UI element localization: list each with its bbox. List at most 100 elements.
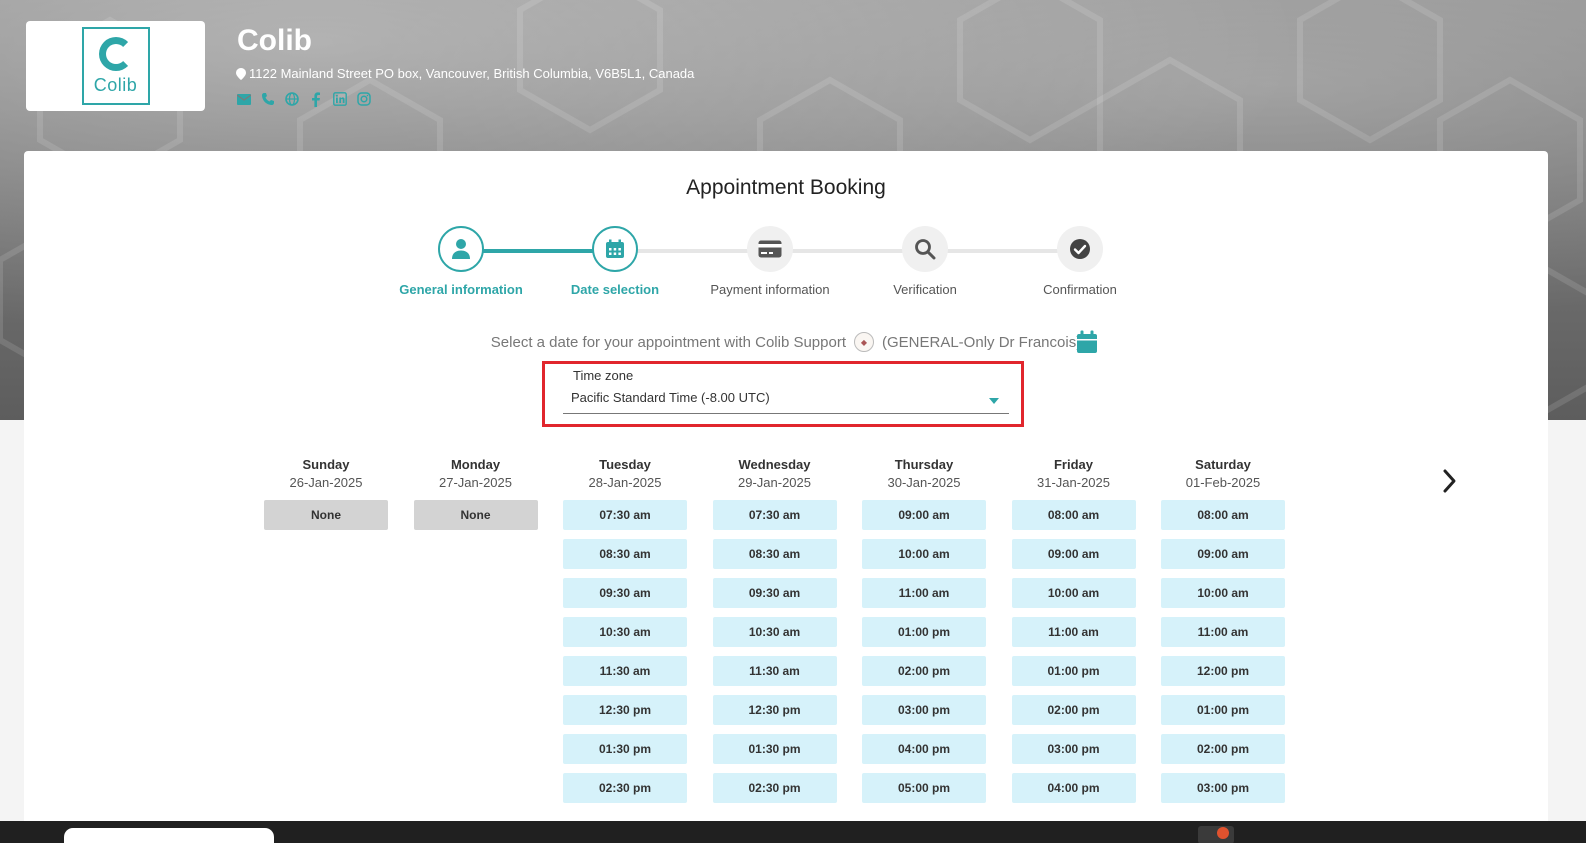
day-date: 28-Jan-2025 [588,475,662,490]
step-date-selection[interactable]: Date selection [550,226,680,297]
search-icon [915,239,936,260]
time-slot-button[interactable]: 01:00 pm [862,617,986,647]
service-name: (GENERAL-Only Dr Francois) [882,333,1082,351]
day-column: Friday 31-Jan-2025 08:00 am 09:00 am 10:00 a… [1011,457,1136,812]
day-date: 29-Jan-2025 [738,475,811,490]
logo-mark-icon [98,36,133,71]
credit-card-icon [758,240,782,258]
time-slot-button[interactable]: 01:00 pm [1011,656,1136,686]
time-slot-button[interactable]: 12:00 pm [1161,656,1285,686]
time-slot-button[interactable]: 05:00 pm [862,773,986,803]
time-slot-button[interactable]: 09:00 am [862,500,986,530]
location-pin-icon [236,67,246,80]
day-column: Saturday 01-Feb-2025 08:00 am 09:00 am 10:00… [1161,457,1285,812]
company-logo-box[interactable]: Colib [26,21,205,111]
time-slot-list: None [264,500,388,530]
time-slot-button[interactable]: 09:00 am [1161,539,1285,569]
check-circle-icon [1070,239,1090,259]
time-slot-button[interactable]: 08:30 am [563,539,687,569]
time-slot-button[interactable]: 08:00 am [1011,500,1136,530]
appointment-prompt: Select a date for your appointment with … [24,332,1548,352]
time-slot-list: None [413,500,538,530]
provider-avatar: ◆ [854,332,874,352]
phone-icon[interactable] [260,91,276,107]
timezone-highlight: Time zone Pacific Standard Time (-8.00 U… [542,361,1024,427]
day-date: 31-Jan-2025 [1037,475,1110,490]
facebook-icon[interactable] [308,91,324,107]
time-slot-button[interactable]: 12:30 pm [712,695,837,725]
instagram-icon[interactable] [356,91,372,107]
time-slot-button[interactable]: 02:30 pm [563,773,687,803]
day-name: Thursday [894,457,954,472]
day-date: 30-Jan-2025 [887,475,961,490]
step-label: Confirmation [1043,282,1117,297]
day-column: Tuesday 28-Jan-2025 07:30 am 08:30 am 09:30 … [563,457,687,812]
time-slot-button[interactable]: 03:00 pm [1011,734,1136,764]
taskbar [0,821,1586,843]
time-slot-button[interactable]: 03:00 pm [862,695,986,725]
time-slot-button[interactable]: 03:00 pm [1161,773,1285,803]
calendar-picker-button[interactable] [1076,330,1098,359]
time-slot-button[interactable]: 02:00 pm [1161,734,1285,764]
time-slot-button[interactable]: 10:00 am [1011,578,1136,608]
calendar-icon [1077,330,1097,353]
day-column: Monday 27-Jan-2025 None [413,457,538,539]
step-general-information[interactable]: General information [396,226,526,297]
step-label: Verification [893,282,957,297]
social-links [236,91,372,107]
chevron-down-icon [989,398,999,404]
time-slot-button[interactable]: 02:00 pm [862,656,986,686]
next-week-button[interactable] [1442,468,1458,499]
step-circle [438,226,484,272]
step-circle [902,226,948,272]
company-logo: Colib [81,27,150,105]
time-slot-list: 07:30 am 08:30 am 09:30 am 10:30 am 11:30 am… [563,500,687,803]
email-icon[interactable] [236,91,252,107]
booking-card: Appointment Booking General information … [24,151,1548,843]
time-slot-button[interactable]: 11:30 am [563,656,687,686]
step-label: Payment information [710,282,830,297]
time-slot-list: 08:00 am 09:00 am 10:00 am 11:00 am 12:00 pm… [1161,500,1285,803]
address-text: 1122 Mainland Street PO box, Vancouver, … [249,66,695,81]
time-slot-button[interactable]: 04:00 pm [862,734,986,764]
day-name: Wednesday [738,457,811,472]
time-slot-button[interactable]: 10:30 am [563,617,687,647]
day-date: 26-Jan-2025 [289,475,363,490]
time-slot-button[interactable]: 10:30 am [712,617,837,647]
timezone-select[interactable]: Pacific Standard Time (-8.00 UTC) [563,386,1009,414]
time-slot-button[interactable]: 07:30 am [563,500,687,530]
time-slot-button[interactable]: 02:00 pm [1011,695,1136,725]
time-slot-button[interactable]: 11:00 am [862,578,986,608]
time-slot-button[interactable]: 08:30 am [712,539,837,569]
time-slot-button[interactable]: 09:30 am [712,578,837,608]
time-slot-button[interactable]: 04:00 pm [1011,773,1136,803]
globe-icon[interactable] [284,91,300,107]
taskbar-search[interactable] [64,828,274,843]
time-slot-button[interactable]: 09:00 am [1011,539,1136,569]
step-payment-information[interactable]: Payment information [705,226,835,297]
day-name: Friday [1053,457,1093,472]
time-slot-button[interactable]: 01:30 pm [563,734,687,764]
time-slot-button[interactable]: 12:30 pm [563,695,687,725]
time-slot-list: 08:00 am 09:00 am 10:00 am 11:00 am 01:00 pm… [1011,500,1136,803]
time-slot-button[interactable]: 11:30 am [712,656,837,686]
time-slot-button[interactable]: 07:30 am [712,500,837,530]
linkedin-icon[interactable] [332,91,348,107]
page-title: Appointment Booking [686,176,886,199]
time-slot-button[interactable]: 11:00 am [1011,617,1136,647]
time-slot-button[interactable]: 01:30 pm [712,734,837,764]
time-slot-button[interactable]: 10:00 am [1161,578,1285,608]
step-circle [747,226,793,272]
time-slot-button[interactable]: 01:00 pm [1161,695,1285,725]
booking-stepper: General information Date selection Payme… [399,226,1164,306]
availability-grid: Sunday 26-Jan-2025 None Monday 27-Jan-2025 No… [264,457,1304,843]
calendar-icon [606,239,624,258]
step-verification[interactable]: Verification [860,226,990,297]
time-slot-button[interactable]: 10:00 am [862,539,986,569]
timezone-label: Time zone [573,368,634,383]
step-confirmation[interactable]: Confirmation [1015,226,1145,297]
time-slot-button[interactable]: 11:00 am [1161,617,1285,647]
time-slot-button[interactable]: 02:30 pm [712,773,837,803]
time-slot-button[interactable]: 09:30 am [563,578,687,608]
time-slot-button[interactable]: 08:00 am [1161,500,1285,530]
